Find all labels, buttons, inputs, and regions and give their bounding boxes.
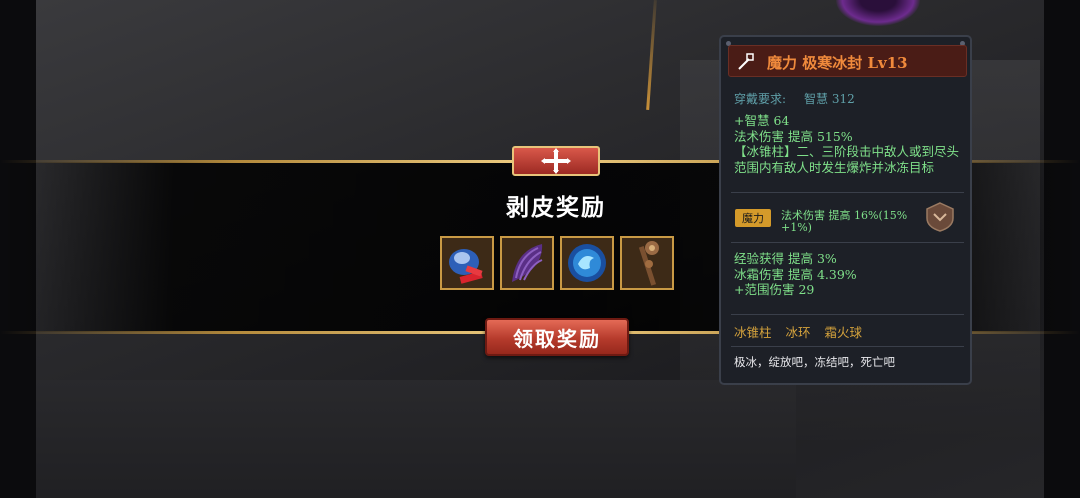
skill-list: 冰锥柱 冰环 霜火球: [734, 322, 862, 341]
base-stat: 法术伤害 提高 515%: [734, 128, 853, 144]
shield-icon: [926, 202, 954, 232]
wear-requirement: 穿戴要求: 智慧 312: [734, 90, 855, 107]
requirement-label: 穿戴要求:: [734, 92, 787, 106]
skill-name: 霜火球: [824, 325, 863, 340]
divider: [731, 314, 964, 315]
cross-icon: [541, 148, 571, 174]
scepter-staff-icon: [638, 241, 659, 286]
purple-scales-icon: [512, 244, 543, 282]
dungeon-floor: [36, 380, 796, 498]
reward-title: 剥皮奖励: [506, 194, 606, 221]
enchant-tag: 魔力: [735, 209, 771, 227]
divider: [731, 346, 964, 347]
reward-item-slot[interactable]: [440, 236, 494, 290]
reward-item-slot[interactable]: [500, 236, 554, 290]
item-name-header: 魔力 极寒冰封 Lv13: [728, 45, 967, 77]
cross-emblem: [512, 146, 600, 176]
flavor-text: 极冰，绽放吧，冻结吧，死亡吧: [734, 355, 895, 369]
bonus-stat: 经验获得 提高 3%: [734, 251, 837, 266]
skill-name: 冰环: [785, 325, 811, 340]
base-stats: +智慧 64 法术伤害 提高 515% 【冰锥柱】二、三阶段击中敌人或到尽头范围…: [734, 113, 962, 175]
divider: [731, 192, 964, 193]
bonus-stats: 经验获得 提高 3% 冰霜伤害 提高 4.39% +范围伤害 29: [734, 251, 857, 298]
skill-name: 冰锥柱: [734, 325, 772, 340]
staff-icon: [738, 53, 754, 70]
claim-reward-button[interactable]: 领取奖励: [485, 318, 629, 356]
base-stat: 【冰锥柱】二、三阶段击中敌人或到尽头范围内有敌人时发生爆炸并冰冻目标: [734, 144, 960, 175]
ice-orb-icon: [568, 244, 606, 282]
reward-item-slot[interactable]: [560, 236, 614, 290]
bonus-stat: +范围伤害 29: [734, 282, 815, 297]
reward-item-slot[interactable]: [620, 236, 674, 290]
blue-pouch-icon: [449, 249, 483, 284]
requirement-value: 智慧 312: [804, 92, 855, 106]
enchant-text: 法术伤害 提高 16%(15% +1%): [781, 209, 908, 234]
bonus-stat: 冰霜伤害 提高 4.39%: [734, 266, 857, 282]
divider: [731, 242, 964, 243]
item-tooltip: 魔力 极寒冰封 Lv13 穿戴要求: 智慧 312 +智慧 64 法术伤害 提高 …: [719, 35, 972, 385]
base-stat: +智慧 64: [734, 113, 790, 128]
item-name: 魔力 极寒冰封 Lv13: [767, 54, 908, 72]
